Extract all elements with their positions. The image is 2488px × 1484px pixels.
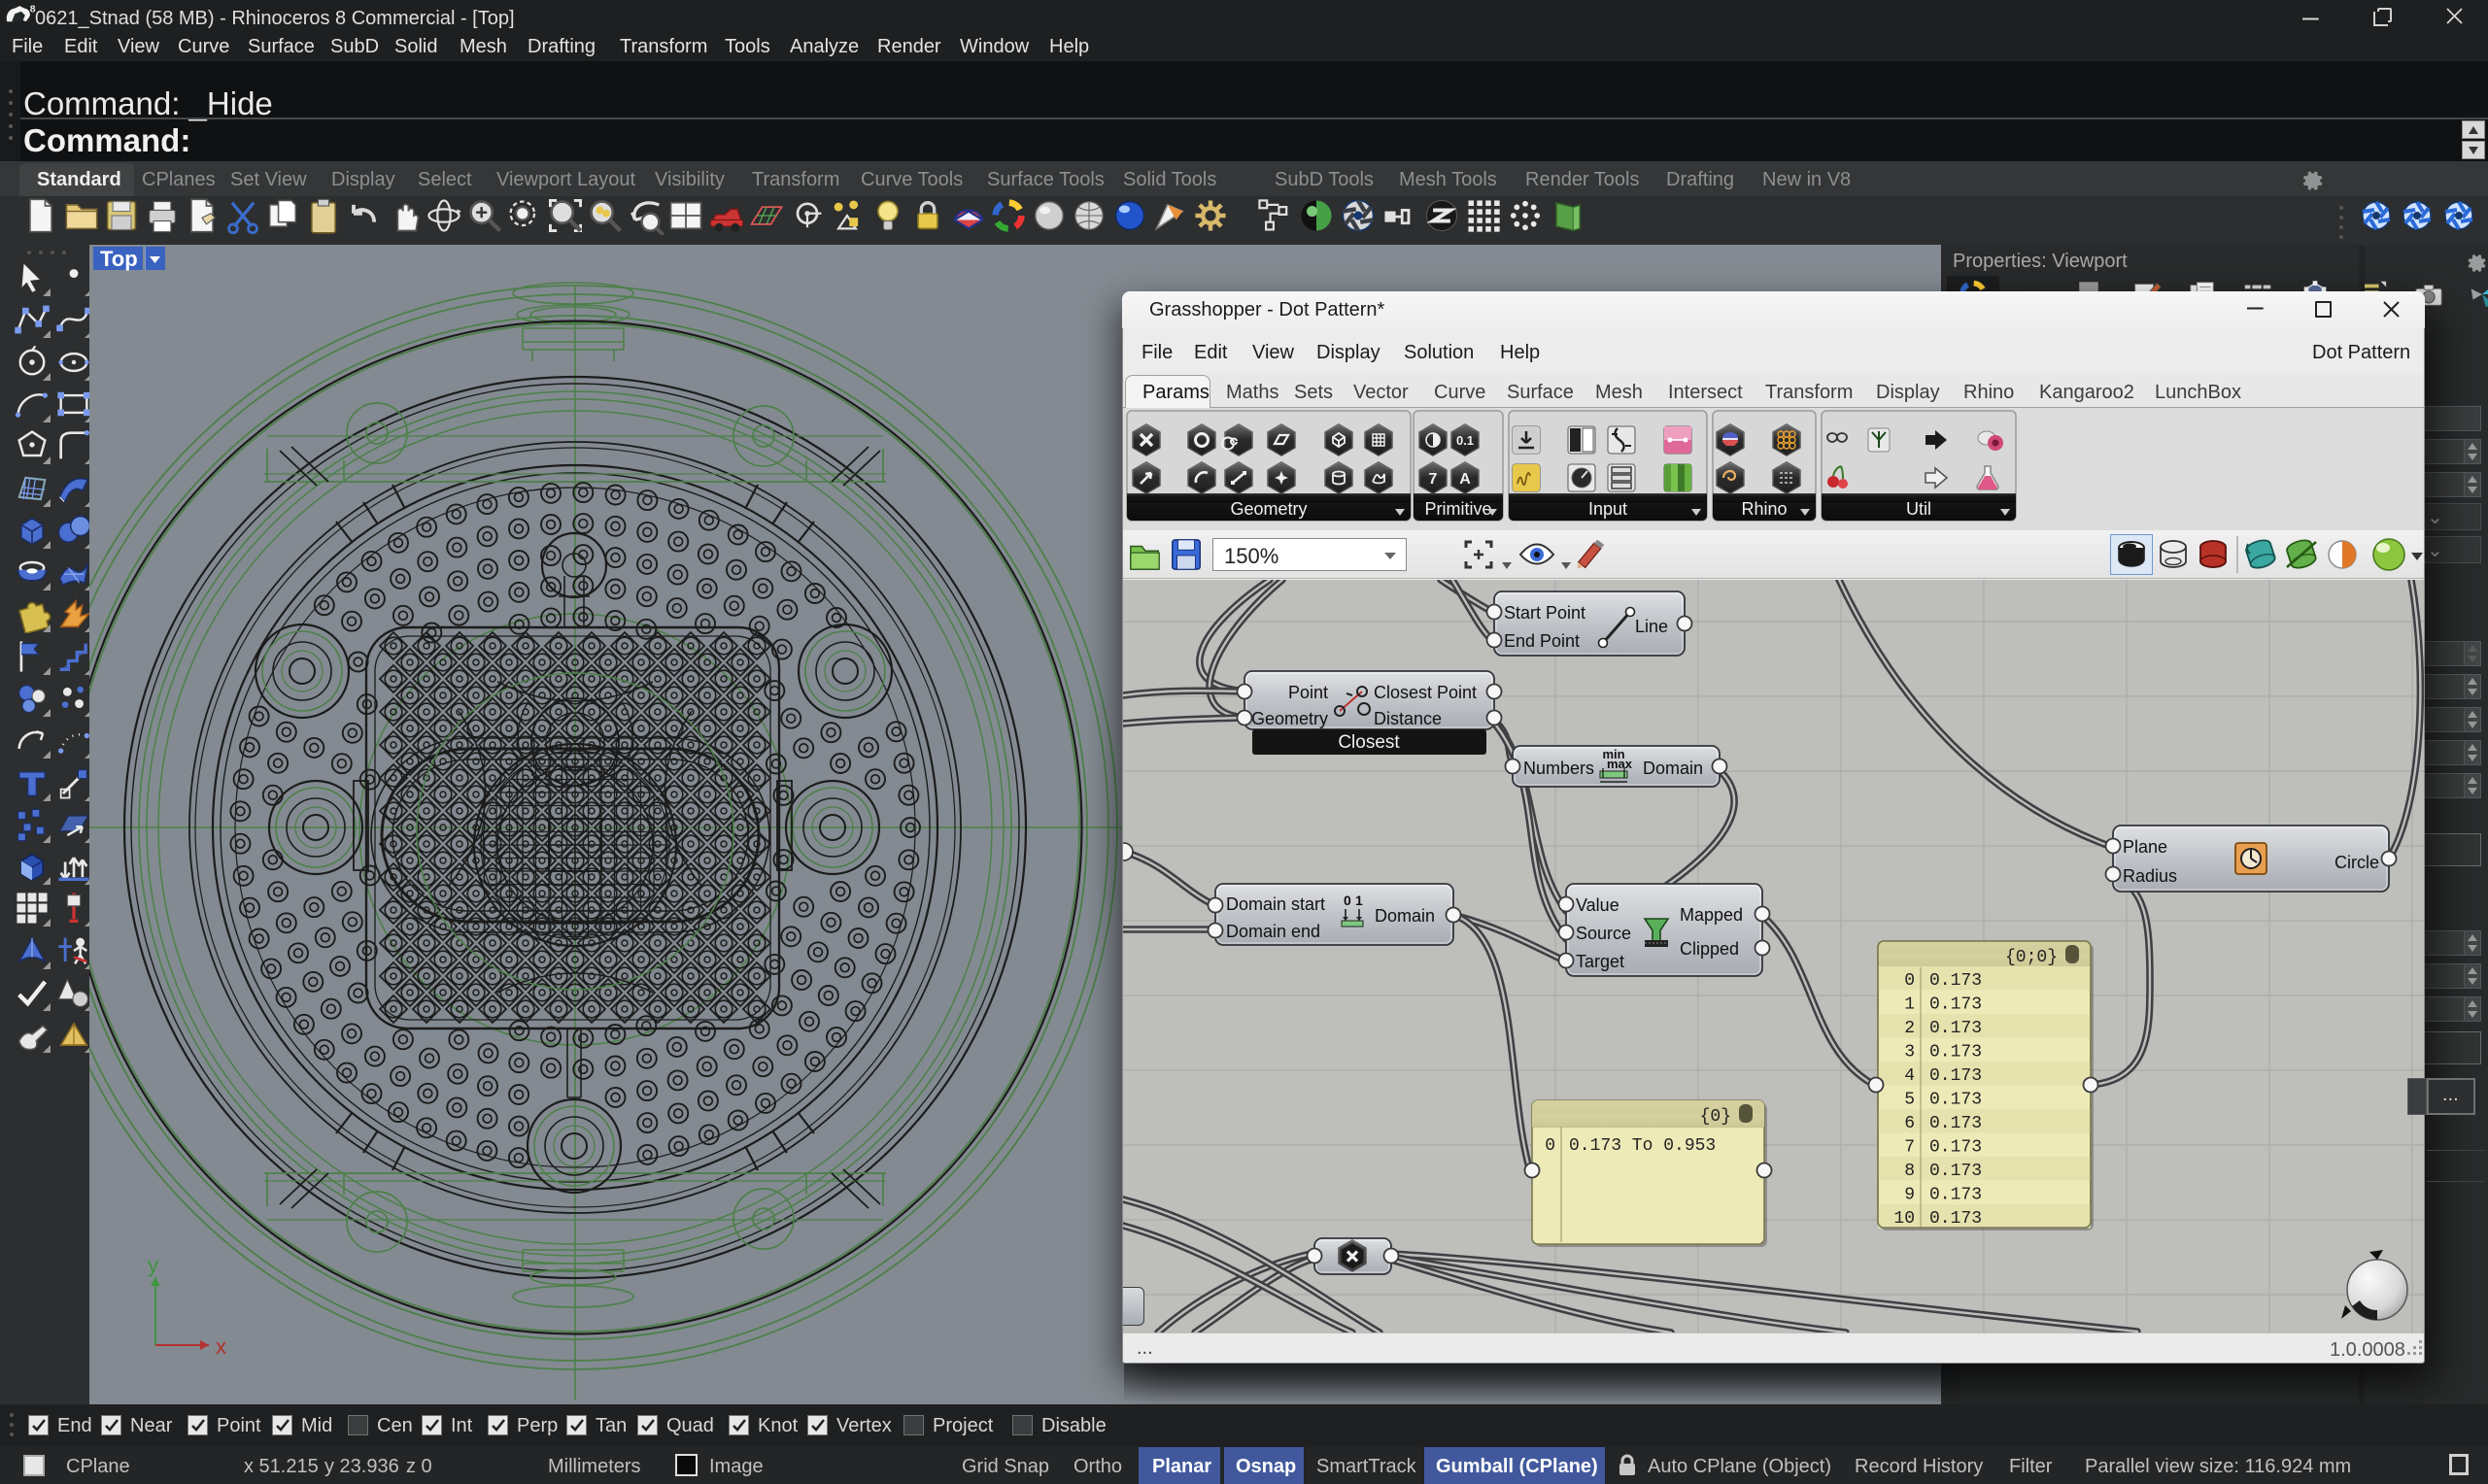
svg-text:A: A [1459, 471, 1471, 488]
svg-text:x: x [216, 1334, 226, 1359]
svg-text:Rhino: Rhino [1741, 499, 1787, 519]
svg-text:Circle: Circle [2335, 853, 2379, 872]
svg-text:0.173: 0.173 [1929, 995, 1982, 1015]
svg-text:9: 9 [1904, 1186, 1915, 1205]
svg-text:max: max [1607, 757, 1633, 771]
svg-text:Start Point: Start Point [1504, 603, 1585, 623]
svg-text:0.173: 0.173 [1929, 1209, 1982, 1229]
svg-text:0.173: 0.173 [1929, 1186, 1982, 1205]
svg-text:Source: Source [1576, 924, 1631, 943]
svg-text:{0;0}: {0;0} [2005, 948, 2058, 967]
svg-text:6: 6 [1904, 1114, 1915, 1133]
svg-text:2: 2 [1904, 1019, 1915, 1038]
svg-text:10: 10 [1893, 1209, 1915, 1229]
svg-text:Geometry: Geometry [1230, 499, 1307, 519]
svg-text:7: 7 [1429, 471, 1438, 488]
svg-text:1: 1 [1904, 995, 1915, 1015]
svg-text:Domain: Domain [1643, 759, 1703, 778]
svg-text:Domain start: Domain start [1226, 894, 1325, 914]
svg-text:Numbers: Numbers [1523, 759, 1594, 778]
svg-text:Line: Line [1635, 617, 1668, 636]
svg-text:Closest Point: Closest Point [1374, 683, 1477, 702]
svg-text:Input: Input [1588, 499, 1627, 519]
svg-text:{0}: {0} [1700, 1107, 1731, 1127]
svg-text:Plane: Plane [2123, 837, 2167, 857]
svg-text:Mapped: Mapped [1680, 905, 1743, 925]
svg-text:0.173: 0.173 [1929, 1162, 1982, 1181]
svg-text:0.173: 0.173 [1929, 1066, 1982, 1086]
svg-text:Primitive: Primitive [1424, 499, 1491, 519]
svg-text:4: 4 [1904, 1066, 1915, 1086]
svg-text:Value: Value [1576, 895, 1619, 915]
svg-text:0: 0 [1545, 1136, 1555, 1156]
svg-text:Radius: Radius [2123, 866, 2177, 886]
svg-text:0: 0 [1904, 971, 1915, 991]
svg-text:0.173: 0.173 [1929, 1043, 1982, 1062]
svg-text:7: 7 [1904, 1138, 1915, 1158]
svg-text:0: 0 [1344, 893, 1351, 908]
svg-text:5: 5 [1904, 1091, 1915, 1110]
svg-text:0.173: 0.173 [1929, 1019, 1982, 1038]
svg-text:0.173: 0.173 [1929, 971, 1982, 991]
svg-text:End Point: End Point [1504, 631, 1580, 651]
svg-text:1: 1 [1355, 893, 1363, 908]
svg-text:0.173: 0.173 [1929, 1114, 1982, 1133]
svg-text:Clipped: Clipped [1680, 939, 1739, 959]
svg-text:Target: Target [1576, 952, 1624, 971]
svg-text:3: 3 [1904, 1043, 1915, 1062]
svg-text:0.173 To 0.953: 0.173 To 0.953 [1569, 1136, 1716, 1156]
svg-text:Point: Point [1288, 683, 1328, 702]
svg-text:Domain end: Domain end [1226, 922, 1320, 941]
svg-text:Util: Util [1906, 499, 1931, 519]
svg-text:Domain: Domain [1375, 906, 1435, 926]
svg-text:8: 8 [1904, 1162, 1915, 1181]
svg-text:Distance: Distance [1374, 709, 1442, 728]
svg-text:0.173: 0.173 [1929, 1138, 1982, 1158]
svg-text:0.173: 0.173 [1929, 1091, 1982, 1110]
svg-text:0.1: 0.1 [1456, 433, 1474, 448]
svg-text:Closest: Closest [1338, 732, 1400, 753]
svg-text:Geometry: Geometry [1251, 709, 1328, 728]
svg-text:y: y [148, 1253, 158, 1277]
